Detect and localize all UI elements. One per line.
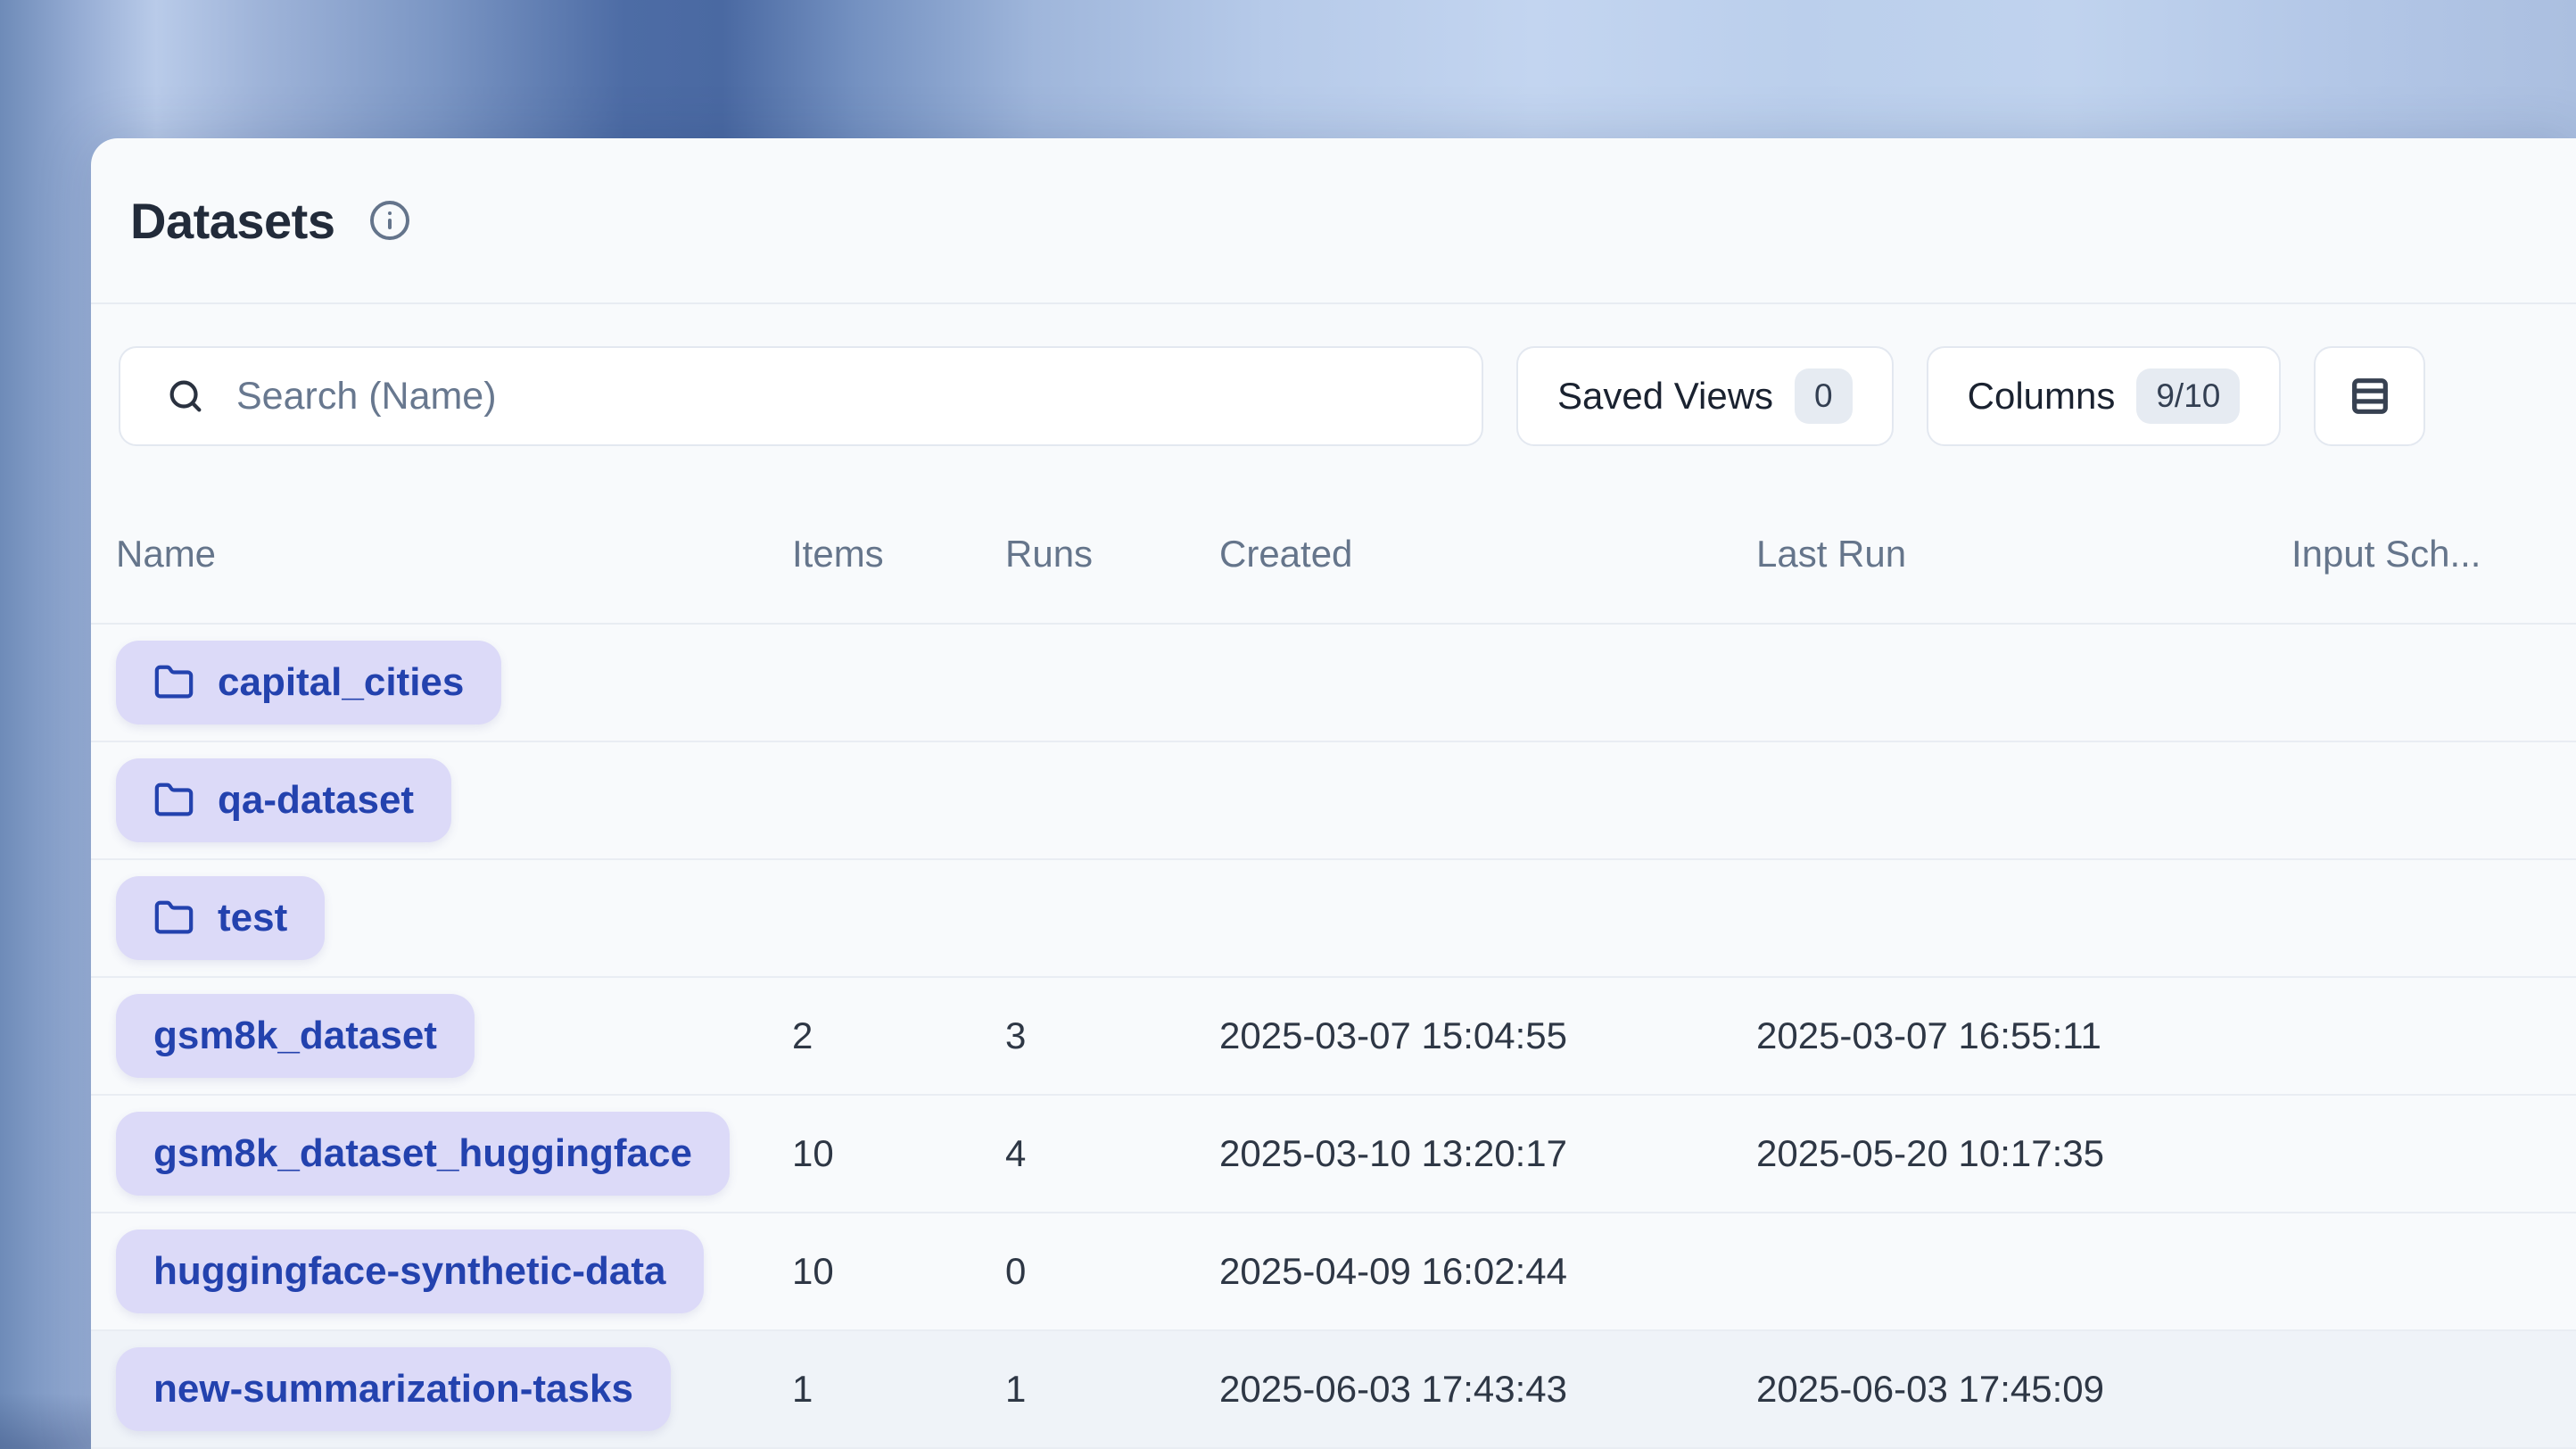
dataset-name-label: gsm8k_dataset <box>153 1014 437 1058</box>
toolbar: Saved Views 0 Columns 9/10 <box>91 346 2576 446</box>
created-cell: 2025-06-03 17:43:43 <box>1219 1368 1756 1411</box>
table-row[interactable]: qa-dataset <box>91 742 2576 860</box>
runs-cell: 0 <box>1005 1250 1219 1293</box>
last-run-cell: 2025-05-20 10:17:35 <box>1756 1132 2291 1175</box>
search-input[interactable] <box>236 375 1466 418</box>
saved-views-count-badge: 0 <box>1795 368 1853 424</box>
datasets-panel: Datasets Saved Views 0 Columns 9/10 <box>91 138 2576 1449</box>
columns-count-badge: 9/10 <box>2136 368 2240 424</box>
info-icon[interactable] <box>368 199 411 242</box>
column-header-items[interactable]: Items <box>792 533 1005 575</box>
table-row[interactable]: gsm8k_dataset_huggingface 10 4 2025-03-1… <box>91 1096 2576 1213</box>
folder-name-label: test <box>218 896 287 940</box>
table-row[interactable]: capital_cities <box>91 625 2576 742</box>
dataset-name-badge[interactable]: new-summarization-tasks <box>116 1347 671 1431</box>
column-header-last-run[interactable]: Last Run <box>1756 533 2291 575</box>
folder-name-badge[interactable]: qa-dataset <box>116 758 451 842</box>
row-height-button[interactable] <box>2314 346 2425 446</box>
created-cell: 2025-03-07 15:04:55 <box>1219 1014 1756 1057</box>
created-cell: 2025-04-09 16:02:44 <box>1219 1250 1756 1293</box>
table-header-row: Name Items Runs Created Last Run Input S… <box>91 446 2576 625</box>
columns-button[interactable]: Columns 9/10 <box>1927 346 2282 446</box>
table-row[interactable]: huggingface-synthetic-data 10 0 2025-04-… <box>91 1213 2576 1331</box>
folder-icon <box>153 780 194 821</box>
folder-icon <box>153 662 194 703</box>
table-row[interactable]: gsm8k_dataset 2 3 2025-03-07 15:04:55 20… <box>91 978 2576 1096</box>
runs-cell: 1 <box>1005 1368 1219 1411</box>
search-box <box>119 346 1483 446</box>
dataset-name-badge[interactable]: gsm8k_dataset_huggingface <box>116 1112 730 1196</box>
dataset-name-label: huggingface-synthetic-data <box>153 1249 666 1294</box>
rows-icon <box>2347 373 2393 419</box>
search-icon <box>165 376 206 417</box>
column-header-created[interactable]: Created <box>1219 533 1756 575</box>
dataset-name-label: new-summarization-tasks <box>153 1367 633 1412</box>
items-cell: 10 <box>792 1132 1005 1175</box>
dataset-name-badge[interactable]: gsm8k_dataset <box>116 994 475 1078</box>
folder-name-badge[interactable]: test <box>116 876 325 960</box>
dataset-name-label: gsm8k_dataset_huggingface <box>153 1131 692 1176</box>
table-row[interactable]: new-summarization-tasks 1 1 2025-06-03 1… <box>91 1331 2576 1449</box>
page-title: Datasets <box>130 192 334 250</box>
folder-name-label: qa-dataset <box>218 778 414 823</box>
created-cell: 2025-03-10 13:20:17 <box>1219 1132 1756 1175</box>
saved-views-button[interactable]: Saved Views 0 <box>1516 346 1894 446</box>
saved-views-label: Saved Views <box>1557 375 1773 418</box>
folder-name-label: capital_cities <box>218 660 464 705</box>
runs-cell: 4 <box>1005 1132 1219 1175</box>
last-run-cell: 2025-06-03 17:45:09 <box>1756 1368 2291 1411</box>
panel-header: Datasets <box>91 138 2576 302</box>
column-header-runs[interactable]: Runs <box>1005 533 1219 575</box>
folder-name-badge[interactable]: capital_cities <box>116 641 501 724</box>
column-header-input-schema[interactable]: Input Sch... <box>2291 533 2576 575</box>
header-divider <box>91 302 2576 304</box>
last-run-cell: 2025-03-07 16:55:11 <box>1756 1014 2291 1057</box>
table-row[interactable]: test <box>91 860 2576 978</box>
dataset-name-badge[interactable]: huggingface-synthetic-data <box>116 1230 704 1313</box>
items-cell: 2 <box>792 1014 1005 1057</box>
columns-label: Columns <box>1968 375 2116 418</box>
runs-cell: 3 <box>1005 1014 1219 1057</box>
folder-icon <box>153 898 194 939</box>
items-cell: 10 <box>792 1250 1005 1293</box>
items-cell: 1 <box>792 1368 1005 1411</box>
column-header-name[interactable]: Name <box>116 533 792 575</box>
